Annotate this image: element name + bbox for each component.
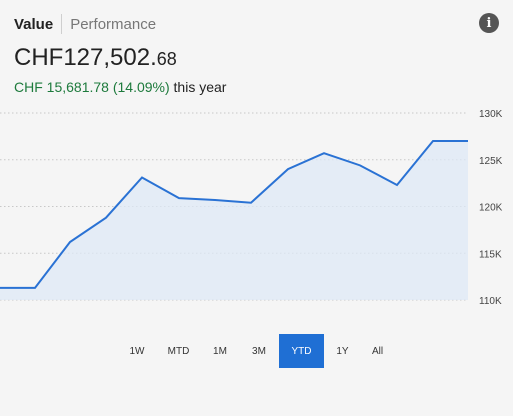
range-button-1w[interactable]: 1W — [118, 334, 156, 368]
range-button-1y[interactable]: 1Y — [324, 334, 361, 368]
range-button-mtd[interactable]: MTD — [156, 334, 201, 368]
portfolio-value: CHF127,502.68 — [14, 44, 177, 72]
tab-performance[interactable]: Performance — [70, 16, 156, 33]
range-button-3m[interactable]: 3M — [239, 334, 279, 368]
y-tick-label: 125K — [479, 156, 503, 167]
y-tick-label: 130K — [479, 109, 503, 120]
view-tabs: Value Performance — [14, 14, 156, 34]
value-area — [0, 141, 468, 300]
y-tick-label: 115K — [479, 249, 502, 260]
info-icon[interactable]: i — [479, 13, 499, 33]
portfolio-value-main: CHF127,502. — [14, 44, 157, 71]
change-period: this year — [173, 79, 227, 95]
time-range-selector: 1W MTD 1M 3M YTD 1Y All — [118, 334, 394, 368]
value-chart: 130K 125K 120K 115K 110K — [0, 109, 503, 307]
tab-divider — [61, 14, 63, 34]
y-tick-label: 120K — [479, 203, 503, 214]
ytd-change: CHF 15,681.78 (14.09%) this year — [14, 79, 226, 95]
range-button-1m[interactable]: 1M — [201, 334, 239, 368]
range-button-all[interactable]: All — [361, 334, 394, 368]
portfolio-value-cents: 68 — [156, 49, 177, 69]
range-button-ytd[interactable]: YTD — [279, 334, 324, 368]
y-tick-label: 110K — [479, 296, 502, 307]
change-amount: CHF 15,681.78 (14.09%) — [14, 79, 170, 95]
tab-value[interactable]: Value — [14, 16, 53, 33]
